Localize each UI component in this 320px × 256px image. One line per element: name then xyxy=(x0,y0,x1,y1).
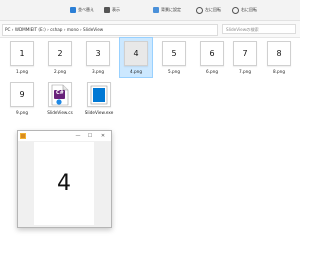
view-icon xyxy=(104,7,110,13)
png-thumbnail: 3 xyxy=(86,41,110,66)
png-thumbnail: 2 xyxy=(48,41,72,66)
png-thumbnail: 5 xyxy=(162,41,186,66)
file-name: 4.png xyxy=(130,69,142,74)
search-input[interactable]: SlideViewの検索 xyxy=(222,24,296,34)
file-name: 5.png xyxy=(168,69,180,74)
address-bar-row: PC › WDMMIEIT (E:) › cshap › mono › Slid… xyxy=(0,21,300,38)
sort-button[interactable]: 並べ替え xyxy=(70,3,94,17)
exe-file-icon-graphic xyxy=(90,85,108,104)
file-name: 1.png xyxy=(16,69,28,74)
sort-icon xyxy=(70,7,76,13)
app-icon xyxy=(20,133,26,139)
set-wallpaper-label: 背景に設定 xyxy=(161,7,181,12)
png-thumbnail: 1 xyxy=(10,41,34,66)
address-bar[interactable]: PC › WDMMIEIT (E:) › cshap › mono › Slid… xyxy=(2,24,218,36)
set-wallpaper-button[interactable]: 背景に設定 xyxy=(153,3,181,17)
breadcrumb-3[interactable]: mono xyxy=(67,27,79,32)
file-name: 9.png xyxy=(16,110,28,115)
window-client-area: 4 xyxy=(18,141,111,227)
rotate-right-button[interactable]: 右に回転 xyxy=(232,3,257,17)
file-name: 7.png xyxy=(239,69,251,74)
slideview-window[interactable]: — ☐ ✕ 4 xyxy=(17,130,112,228)
breadcrumb-0[interactable]: PC xyxy=(5,27,10,32)
command-bar: 並べ替え 表示 背景に設定 左に回転 右に回転 xyxy=(0,0,300,21)
exe-file-icon xyxy=(87,82,111,107)
csharp-file-icon: C# xyxy=(48,82,72,107)
rotate-left-icon xyxy=(196,6,203,14)
csharp-badge: C# xyxy=(56,90,64,96)
file-name: 8.png xyxy=(273,69,285,74)
rotate-left-button[interactable]: 左に回転 xyxy=(196,3,221,17)
file-name: SlideView.exe xyxy=(84,110,114,115)
sort-label: 並べ替え xyxy=(78,7,94,12)
maximize-button[interactable]: ☐ xyxy=(86,132,94,140)
breadcrumb-1[interactable]: WDMMIEIT (E:) xyxy=(15,27,46,32)
close-button[interactable]: ✕ xyxy=(99,132,107,140)
png-thumbnail: 4 xyxy=(124,41,148,66)
minimize-button[interactable]: — xyxy=(74,132,82,140)
file-name: 2.png xyxy=(54,69,66,74)
view-button[interactable]: 表示 xyxy=(104,3,120,17)
breadcrumb-2[interactable]: cshap xyxy=(50,27,62,32)
breadcrumb-4[interactable]: SlideView xyxy=(83,27,103,32)
png-thumbnail: 9 xyxy=(10,82,34,107)
png-thumbnail: 7 xyxy=(233,41,257,66)
wallpaper-icon xyxy=(153,7,159,13)
slide-image: 4 xyxy=(34,142,94,225)
file-name: 3.png xyxy=(92,69,104,74)
file-name: SlideView.cs xyxy=(47,110,73,115)
view-label: 表示 xyxy=(112,7,120,12)
rotate-left-label: 左に回転 xyxy=(205,7,221,12)
rotate-right-label: 右に回転 xyxy=(241,7,257,12)
rotate-right-icon xyxy=(232,6,239,14)
png-thumbnail: 6 xyxy=(200,41,224,66)
png-thumbnail: 8 xyxy=(267,41,291,66)
window-titlebar[interactable]: — ☐ ✕ xyxy=(18,131,111,141)
